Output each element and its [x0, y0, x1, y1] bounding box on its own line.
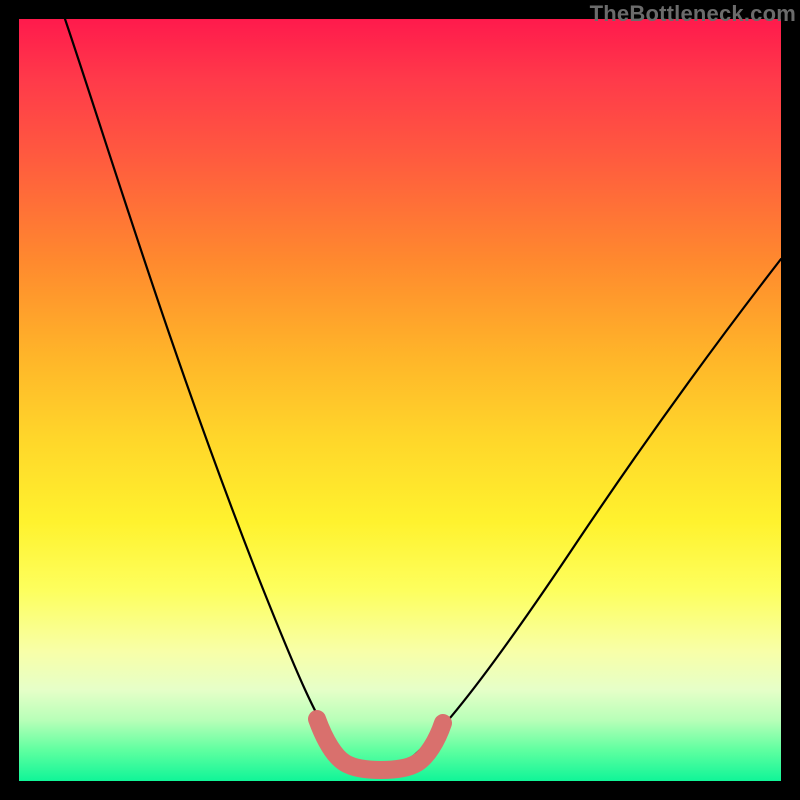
optimal-range-marker-path [317, 719, 443, 770]
bottleneck-curve [19, 19, 781, 781]
bottleneck-curve-path [65, 19, 781, 767]
chart-frame [19, 19, 781, 781]
plot-area [19, 19, 781, 781]
watermark-text: TheBottleneck.com [590, 1, 796, 27]
